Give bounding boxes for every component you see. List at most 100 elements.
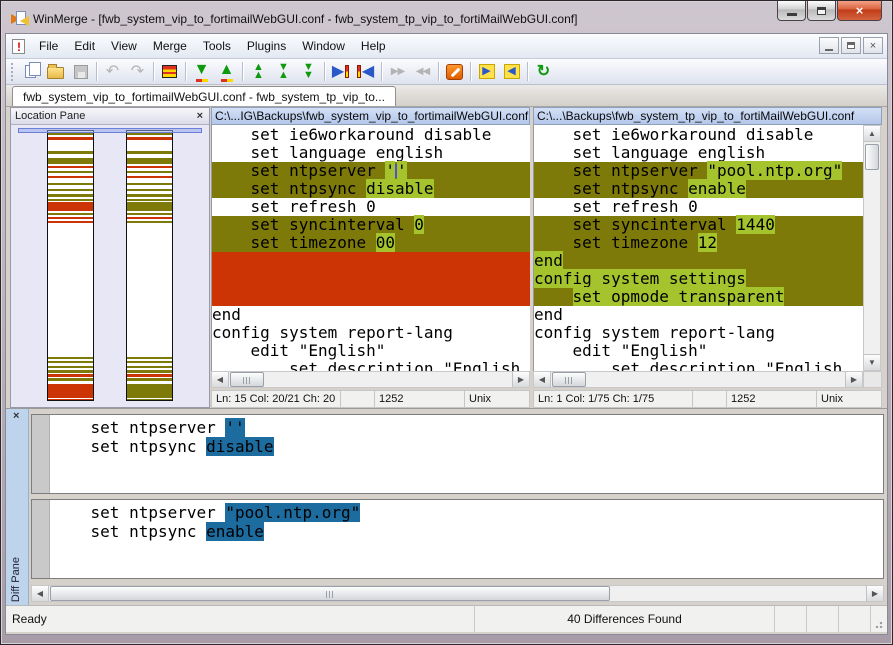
diff-detail-top[interactable]: set ntpserver '' set ntpsync disable	[31, 414, 884, 494]
resize-grip[interactable]	[871, 606, 887, 632]
minimize-button[interactable]	[777, 1, 806, 21]
diff-pane: × Diff Pane set ntpserver '' set ntpsync…	[6, 408, 887, 605]
window-title: WinMerge - [fwb_system_vip_to_fortimailW…	[33, 12, 577, 26]
menu-item-plugins[interactable]: Plugins	[239, 36, 294, 56]
diff-pane-horizontal-scrollbar[interactable]: ◀ ▶	[31, 585, 884, 602]
code-line: set refresh 0	[534, 198, 863, 216]
status-cell	[807, 606, 839, 632]
open-button[interactable]	[43, 60, 68, 83]
cursor-position: Ln: 1 Col: 1/75 Ch: 1/75	[534, 391, 693, 407]
next-difference-button[interactable]: ▼	[189, 60, 214, 83]
title-bar[interactable]: WinMerge - [fwb_system_vip_to_fortimailW…	[5, 5, 888, 33]
visible-area-indicator[interactable]	[18, 128, 202, 133]
close-button[interactable]: ×	[837, 1, 882, 21]
copy-right-and-advance-button: ▶▶	[385, 60, 410, 83]
menu-item-merge[interactable]: Merge	[145, 36, 195, 56]
right-code-editor[interactable]: set ie6workaround disable set language e…	[533, 125, 863, 371]
location-bar-left[interactable]	[47, 130, 94, 401]
view-differences-button[interactable]	[157, 60, 182, 83]
menu-item-tools[interactable]: Tools	[195, 36, 239, 56]
previous-difference-button[interactable]: ▲	[214, 60, 239, 83]
right-pane-status-bar: Ln: 1 Col: 1/75 Ch: 1/75 1252 Unix	[533, 390, 882, 408]
copy-left-button[interactable]: ◀	[353, 60, 378, 83]
diff-stripe	[127, 221, 172, 223]
new-file-button[interactable]	[18, 60, 43, 83]
right-vertical-scrollbar[interactable]: ▲ ▼	[863, 125, 881, 371]
mdi-close-button[interactable]: ×	[863, 37, 883, 54]
scroll-right-icon[interactable]: ▶	[845, 372, 862, 387]
cursor-position: Ln: 15 Col: 20/21 Ch: 20	[212, 391, 341, 407]
code-line: set opmode transparent	[534, 288, 863, 306]
diff-stripe	[48, 357, 93, 359]
scroll-left-icon[interactable]: ◀	[534, 372, 551, 387]
horizontal-scroll-thumb[interactable]	[50, 586, 610, 601]
left-file-header[interactable]: C:\...IG\Backups\fwb_system_vip_to_forti…	[211, 107, 530, 125]
restore-button[interactable]	[807, 1, 836, 21]
code-line: set language english	[534, 144, 863, 162]
merge-document-tab[interactable]: fwb_system_vip_to_fortimailWebGUI.conf -…	[12, 86, 396, 106]
scroll-right-icon[interactable]: ▶	[512, 372, 529, 387]
code-line: set ntpserver ''	[52, 418, 883, 437]
horizontal-scroll-thumb[interactable]	[230, 372, 264, 387]
location-pane-header: Location Pane ×	[11, 108, 209, 125]
diff-pane-close-button[interactable]: ×	[11, 411, 21, 422]
diff-stripe	[48, 166, 93, 168]
location-pane: Location Pane ×	[10, 107, 210, 408]
copy-all-left-button[interactable]: ◀	[499, 60, 524, 83]
copy-all-right-button[interactable]: ▶	[474, 60, 499, 83]
previous-difference-icon: ▲	[219, 62, 235, 82]
toolbar-separator	[242, 62, 243, 81]
last-difference-button[interactable]: ▼▼	[296, 60, 321, 83]
view-differences-icon	[162, 65, 177, 78]
diff-stripe	[48, 370, 93, 373]
diff-stripe	[48, 384, 93, 398]
code-line: set ntpsync enable	[534, 180, 863, 198]
scroll-down-icon[interactable]: ▼	[864, 354, 880, 370]
diff-stripe	[48, 158, 93, 164]
toolbar-separator	[381, 62, 382, 81]
toolbar-grip[interactable]	[11, 63, 15, 81]
location-pane-close-button[interactable]: ×	[195, 111, 205, 122]
status-cell	[839, 606, 871, 632]
diff-stripe	[127, 357, 172, 359]
diff-stripe	[127, 189, 172, 191]
menu-item-file[interactable]: File	[31, 36, 66, 56]
diff-stripe	[127, 151, 172, 153]
right-horizontal-scrollbar[interactable]: ◀ ▶	[533, 371, 863, 388]
menu-bar: FileEditViewMergeToolsPluginsWindowHelp …	[6, 34, 887, 59]
first-difference-button[interactable]: ▲▲	[246, 60, 271, 83]
refresh-button[interactable]: ↻	[531, 60, 556, 83]
vertical-scroll-thumb[interactable]	[865, 144, 879, 170]
document-icon[interactable]	[12, 39, 25, 54]
options-button[interactable]	[442, 60, 467, 83]
diff-detail-bottom[interactable]: set ntpserver "pool.ntp.org" set ntpsync…	[31, 499, 884, 579]
menu-item-edit[interactable]: Edit	[66, 36, 103, 56]
left-code-editor[interactable]: set ie6workaround disable set language e…	[211, 125, 530, 371]
location-bar-right[interactable]	[126, 130, 173, 401]
horizontal-scroll-thumb[interactable]	[552, 372, 586, 387]
menu-item-window[interactable]: Window	[294, 36, 353, 56]
mdi-minimize-button[interactable]	[819, 37, 839, 54]
copy-right-icon: ▶	[332, 64, 349, 80]
code-line: set refresh 0	[212, 198, 530, 216]
copy-left-and-advance-button: ◀◀	[410, 60, 435, 83]
scroll-left-icon[interactable]: ◀	[212, 372, 229, 387]
scroll-up-icon[interactable]: ▲	[864, 126, 880, 142]
code-line: set language english	[212, 144, 530, 162]
menu-item-help[interactable]: Help	[353, 36, 394, 56]
toolbar-buttons: ↶↷▼▲▲▲▼▲▼▼▶◀▶▶◀◀▶◀↻	[18, 60, 556, 83]
diff-stripe	[48, 374, 93, 377]
copy-right-button[interactable]: ▶	[328, 60, 353, 83]
scroll-right-icon[interactable]: ▶	[866, 586, 883, 601]
left-horizontal-scrollbar[interactable]: ◀ ▶	[211, 371, 530, 388]
mdi-restore-button[interactable]	[841, 37, 861, 54]
right-file-header[interactable]: C:\...\Backups\fwb_system_tp_vip_to_fort…	[533, 107, 882, 125]
scroll-left-icon[interactable]: ◀	[32, 586, 49, 601]
diff-stripe	[127, 384, 172, 398]
menu-item-view[interactable]: View	[103, 36, 145, 56]
right-file-path: C:\...\Backups\fwb_system_tp_vip_to_fort…	[537, 109, 854, 123]
current-difference-button[interactable]: ▼▲	[271, 60, 296, 83]
undo-button: ↶	[100, 60, 125, 83]
diff-stripe	[48, 133, 93, 135]
diff-stripe	[127, 166, 172, 168]
